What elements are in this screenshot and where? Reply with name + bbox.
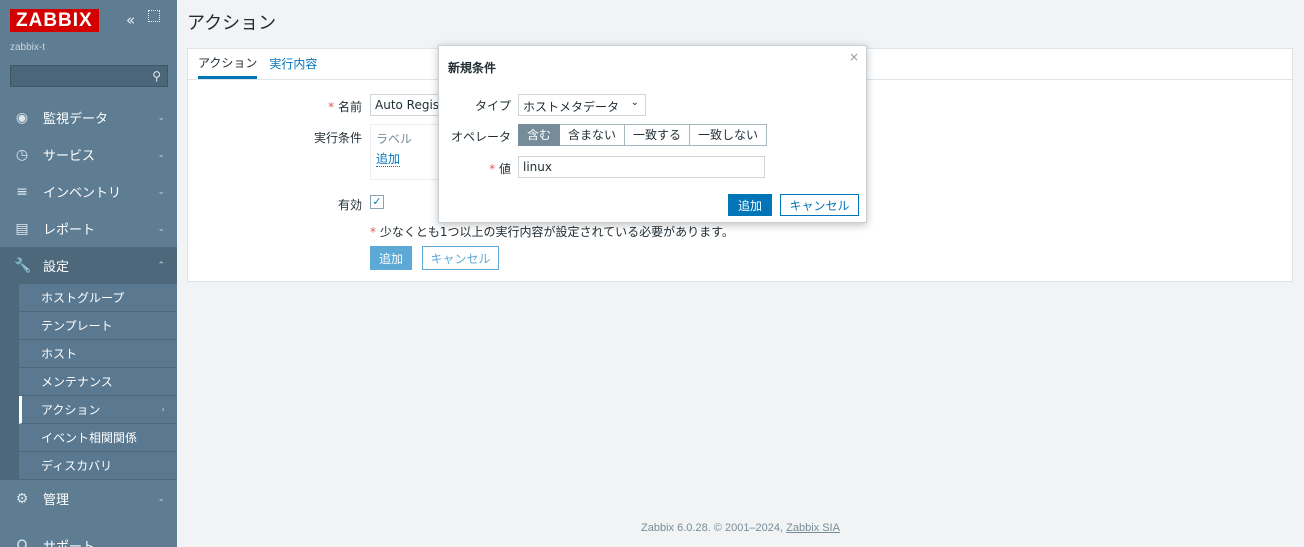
nav-item-label: インベントリ [43,186,122,201]
tab-operations[interactable]: 実行内容 [269,55,317,79]
chevron-down-icon: ⌄ [630,97,639,108]
submenu-item-host-groups[interactable]: ホストグループ [19,284,177,312]
operator-does-not-match[interactable]: 一致しない [690,124,768,146]
footer-link[interactable]: Zabbix SIA [786,522,840,534]
value-input[interactable]: linux [518,156,765,178]
name-label: * 名前 [328,100,362,114]
type-select-value: ホストメタデータ [523,100,620,114]
submenu-item-discovery[interactable]: ディスカバリ [19,452,177,480]
operator-label: オペレータ [450,130,511,144]
dialog-cancel-button[interactable]: キャンセル [780,194,859,216]
nav-item-label: 監視データ [43,112,109,127]
value-label: * 値 [489,162,511,176]
footer-copyright: Zabbix 6.0.28. © 2001–2024, [641,522,787,534]
conditions-label: 実行条件 [313,131,362,145]
add-condition-link[interactable]: 追加 [376,153,401,167]
logo-row: ZABBIX « [0,0,177,40]
type-label: タイプ [474,99,511,113]
nav-item-label: サポート [43,536,95,547]
dialog-title: 新規条件 [448,61,497,75]
configuration-submenu: ホストグループ テンプレート ホスト メンテナンス アクション › イベント相関… [0,284,177,480]
gear-icon: ⚙ [15,490,29,507]
submenu-item-label: アクション [41,403,101,417]
clock-icon: ◷ [15,146,29,163]
enabled-label: 有効 [337,198,362,212]
chevron-up-icon: ⌃ [157,260,165,271]
support-icon: Ω [16,537,28,547]
nav-item-configuration[interactable]: 🔧 設定 ⌃ [0,247,177,284]
list-icon: ≡ [16,183,28,200]
submenu-item-event-correlation[interactable]: イベント相関関係 [19,424,177,452]
submenu-item-maintenance[interactable]: メンテナンス [19,368,177,396]
server-name: zabbix-t [10,42,46,53]
chevron-down-icon: ⌄ [157,112,165,123]
cancel-button[interactable]: キャンセル [422,246,499,270]
chevron-down-icon: ⌄ [157,149,165,160]
nav-item-monitoring[interactable]: ◉ 監視データ ⌄ [0,99,177,136]
zabbix-logo[interactable]: ZABBIX [10,9,99,32]
tab-action[interactable]: アクション [198,54,258,79]
nav-item-support[interactable]: Ω サポート [0,527,177,547]
kiosk-mode-icon[interactable] [148,10,160,22]
add-button[interactable]: 追加 [370,246,412,270]
nav-item-label: サービス [43,149,96,164]
report-icon: ▤ [15,220,29,237]
nav-item-label: レポート [43,223,96,238]
sidebar: ZABBIX « zabbix-t ⚲ ◉ 監視データ ⌄ ◷ サービス ⌄ ≡… [0,0,177,547]
operator-contains[interactable]: 含む [518,124,561,146]
chevron-right-icon: › [161,404,165,415]
eye-icon: ◉ [15,109,29,126]
chevron-down-icon: ⌄ [157,186,165,197]
type-select[interactable]: ホストメタデータ ⌄ [518,94,646,116]
operations-warning: * 少なくとも1つ以上の実行内容が設定されている必要があります。 [370,225,734,239]
operator-matches[interactable]: 一致する [625,124,691,146]
chevron-down-icon: ⌄ [157,493,165,504]
submenu-item-actions[interactable]: アクション › [19,396,177,424]
nav-item-reports[interactable]: ▤ レポート ⌄ [0,210,177,247]
operator-does-not-contain[interactable]: 含まない [560,124,626,146]
nav-item-label: 設定 [43,260,70,275]
enabled-checkbox[interactable]: ✓ [370,195,384,209]
conditions-column-label: ラベル [376,132,413,146]
submenu-item-hosts[interactable]: ホスト [19,340,177,368]
new-condition-dialog: 新規条件 × タイプ ホストメタデータ ⌄ オペレータ 含む 含まない 一致する… [438,45,867,223]
footer: Zabbix 6.0.28. © 2001–2024, Zabbix SIA [177,522,1304,534]
nav-item-administration[interactable]: ⚙ 管理 ⌄ [0,480,177,517]
search-icon[interactable]: ⚲ [152,69,161,83]
dialog-add-button[interactable]: 追加 [728,194,772,216]
wrench-icon: 🔧 [14,257,32,274]
close-icon[interactable]: × [849,50,859,64]
main-nav: ◉ 監視データ ⌄ ◷ サービス ⌄ ≡ インベントリ ⌄ ▤ レポート ⌄ 🔧… [0,99,177,547]
nav-item-services[interactable]: ◷ サービス ⌄ [0,136,177,173]
page-title: アクション [187,13,277,34]
operator-segmented-control: 含む 含まない 一致する 一致しない [518,124,768,146]
collapse-sidebar-icon[interactable]: « [126,11,135,29]
nav-item-label: 管理 [43,493,70,508]
sidebar-search-input[interactable]: ⚲ [10,65,168,87]
nav-item-inventory[interactable]: ≡ インベントリ ⌄ [0,173,177,210]
submenu-item-templates[interactable]: テンプレート [19,312,177,340]
chevron-down-icon: ⌄ [157,223,165,234]
